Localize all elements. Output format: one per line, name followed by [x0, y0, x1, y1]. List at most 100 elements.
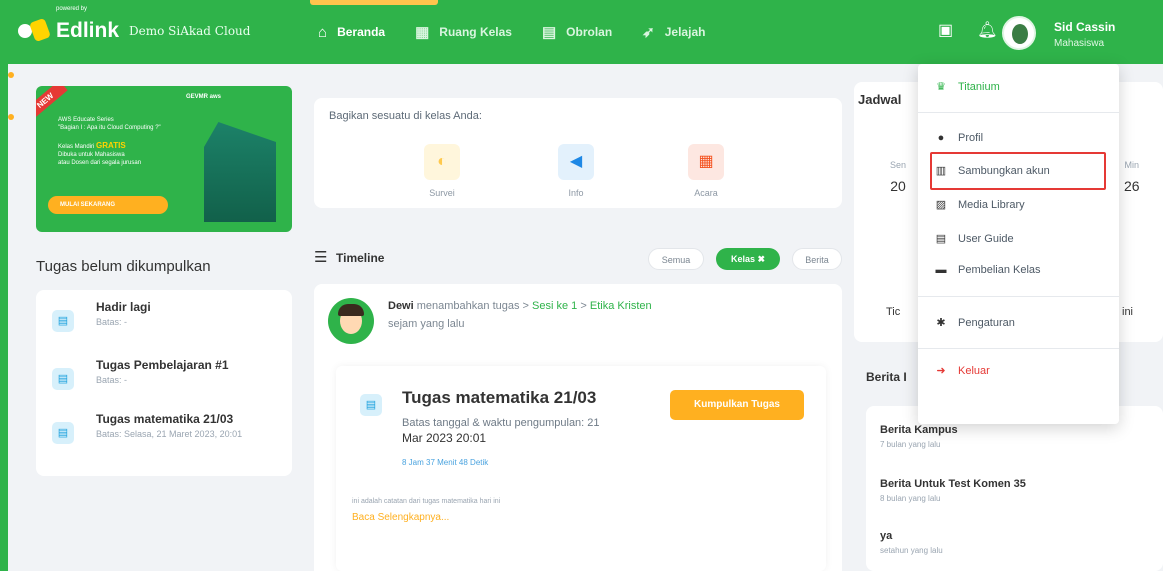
schedule-day[interactable]: Sen 20: [890, 160, 906, 194]
nav-beranda[interactable]: ⌂ Beranda: [309, 0, 439, 64]
menu-label: User Guide: [958, 232, 1014, 245]
news-item[interactable]: Berita Kampus 7 bulan yang lalu: [880, 424, 958, 449]
user-dropdown-menu: ♛ Titanium ● Profil ▥ Sambungkan akun ▨ …: [918, 64, 1119, 424]
top-navbar: Edlink Demo SiAkad Cloud powered by ⌂ Be…: [0, 0, 1163, 64]
task-item[interactable]: ▤ Tugas matematika 21/03 Batas: Selasa, 2…: [52, 412, 266, 444]
menu-label: Media Library: [958, 198, 1025, 211]
schedule-title: Jadwal: [858, 92, 902, 107]
media-icon: ▨: [935, 199, 947, 211]
titanium-badge[interactable]: ♛ Titanium: [934, 80, 1000, 94]
apps-icon[interactable]: ▣: [938, 20, 953, 40]
tasks-title: Tugas belum dikumpulkan: [36, 258, 211, 275]
promo-body: Kelas Mandiri GRATIS Dibuka untuk Mahasi…: [58, 141, 142, 167]
brand-tag: powered by: [56, 6, 88, 12]
brand-logo[interactable]: Edlink Demo SiAkad Cloud: [14, 14, 250, 48]
task-name: Tugas Pembelajaran #1: [96, 358, 229, 372]
share-option-label: Info: [568, 188, 584, 198]
post-author[interactable]: Dewi: [388, 300, 414, 312]
share-option-label: Acara: [694, 188, 718, 198]
promo-cta-button[interactable]: MULAI SEKARANG: [48, 196, 168, 214]
guide-icon: ▤: [935, 233, 947, 245]
menu-pengaturan[interactable]: ✱ Pengaturan: [934, 316, 1015, 330]
assignment-title: Tugas matematika 21/03: [402, 388, 597, 407]
author-avatar[interactable]: [328, 298, 374, 344]
nav-ruang-kelas[interactable]: ▦ Ruang Kelas: [415, 0, 512, 64]
news-item[interactable]: ya setahun yang lalu: [880, 530, 943, 555]
edge-dot: [8, 72, 14, 78]
megaphone-icon: ◀: [558, 144, 594, 180]
promo-logos: GEVMR aws: [186, 94, 222, 100]
user-name[interactable]: Sid Cassin: [1054, 20, 1115, 34]
user-role: Mahasiswa: [1054, 38, 1105, 49]
divider: [918, 348, 1119, 349]
assignment-icon: ▤: [52, 310, 74, 332]
share-label: Bagikan sesuatu di kelas Anda:: [329, 110, 482, 122]
schedule-day[interactable]: Min 26: [1124, 160, 1140, 194]
brand-subtitle: Demo SiAkad Cloud: [129, 24, 251, 38]
menu-profil[interactable]: ● Profil: [934, 132, 983, 144]
share-box: Bagikan sesuatu di kelas Anda: ◐ Survei …: [314, 98, 842, 208]
share-info-button[interactable]: ◀ Info: [551, 144, 601, 198]
share-acara-button[interactable]: ▦ Acara: [681, 144, 731, 198]
task-name: Tugas matematika 21/03: [96, 412, 234, 426]
brand-name: Edlink: [56, 19, 120, 42]
user-avatar[interactable]: [1002, 16, 1036, 50]
assignment-deadline: Batas tanggal & waktu pengumpulan: 21 Ma…: [402, 417, 600, 445]
schedule-empty-text: Tic: [886, 306, 901, 318]
left-edge-bar: [0, 64, 8, 571]
rocket-icon: ➶: [642, 24, 655, 41]
assignment-card[interactable]: ▤ Tugas matematika 21/03 Batas tanggal &…: [336, 366, 826, 571]
divider: [918, 296, 1119, 297]
divider: [918, 112, 1119, 113]
news-item[interactable]: Berita Untuk Test Komen 35 8 bulan yang l…: [880, 478, 1026, 503]
titanium-label: Titanium: [958, 80, 1000, 93]
edlink-logo-icon: [14, 14, 54, 48]
filter-berita[interactable]: Berita: [792, 248, 842, 270]
task-due: Batas: Selasa, 21 Maret 2023, 20:01: [96, 429, 243, 439]
nav-jelajah[interactable]: ➶ Jelajah: [642, 0, 705, 64]
nav-label: Beranda: [337, 25, 386, 39]
promo-illustration: [204, 122, 276, 222]
nav-label: Ruang Kelas: [439, 25, 512, 39]
schedule-empty-text: ini: [1122, 306, 1134, 318]
menu-keluar[interactable]: ➜ Keluar: [934, 364, 990, 378]
logout-icon: ➜: [936, 365, 946, 377]
nav-label: Jelajah: [664, 25, 706, 39]
menu-pembelian-kelas[interactable]: ▬ Pembelian Kelas: [934, 264, 1041, 276]
tasks-card: ▤ Hadir lagi Batas: - ▤ Tugas Pembelajara…: [36, 290, 292, 476]
read-more-link[interactable]: Baca Selengkapnya...: [352, 512, 449, 523]
menu-user-guide[interactable]: ▤ User Guide: [934, 232, 1014, 246]
post-class-link[interactable]: Etika Kristen: [590, 300, 652, 312]
crown-icon: ♛: [936, 81, 946, 93]
task-item[interactable]: ▤ Tugas Pembelajaran #1 Batas: -: [52, 358, 266, 390]
post-header: Dewi menambahkan tugas > Sesi ke 1 > Eti…: [388, 300, 652, 312]
highlight-box: [930, 152, 1106, 190]
assignment-icon: ▤: [360, 394, 382, 416]
post-time: sejam yang lalu: [388, 318, 465, 330]
user-icon: ●: [937, 132, 945, 144]
timeline-header: ☰ Timeline Semua Kelas ✖ Berita: [314, 246, 842, 272]
filter-semua[interactable]: Semua: [648, 248, 704, 270]
purchase-icon: ▬: [935, 264, 947, 276]
survey-icon: ◐: [424, 144, 460, 180]
task-due: Batas: -: [96, 375, 128, 385]
main-nav: ⌂ Beranda ▦ Ruang Kelas ▤ Obrolan ➶ Jela…: [309, 0, 735, 64]
share-survei-button[interactable]: ◐ Survei: [417, 144, 467, 198]
submit-assignment-button[interactable]: Kumpulkan Tugas: [670, 390, 804, 420]
menu-label: Pengaturan: [958, 316, 1015, 329]
assignment-countdown: 8 Jam 37 Menit 48 Detik: [402, 458, 489, 467]
share-option-label: Survei: [429, 188, 455, 198]
nav-obrolan[interactable]: ▤ Obrolan: [542, 0, 612, 64]
post-session-link[interactable]: Sesi ke 1: [532, 300, 577, 312]
classroom-icon: ▦: [415, 24, 430, 41]
promo-banner[interactable]: NEW GEVMR aws AWS Educate Series "Bagian…: [36, 86, 292, 232]
filter-kelas[interactable]: Kelas ✖: [716, 248, 780, 270]
news-title: Berita I: [866, 370, 907, 384]
menu-label: Keluar: [958, 364, 990, 377]
assignment-note: ini adalah catatan dari tugas matematika…: [352, 498, 501, 505]
bell-icon[interactable]: 🔔︎: [977, 20, 997, 40]
calendar-icon: ▦: [688, 144, 724, 180]
task-item[interactable]: ▤ Hadir lagi Batas: -: [52, 300, 266, 332]
menu-media-library[interactable]: ▨ Media Library: [934, 198, 1025, 212]
assignment-icon: ▤: [52, 368, 74, 390]
